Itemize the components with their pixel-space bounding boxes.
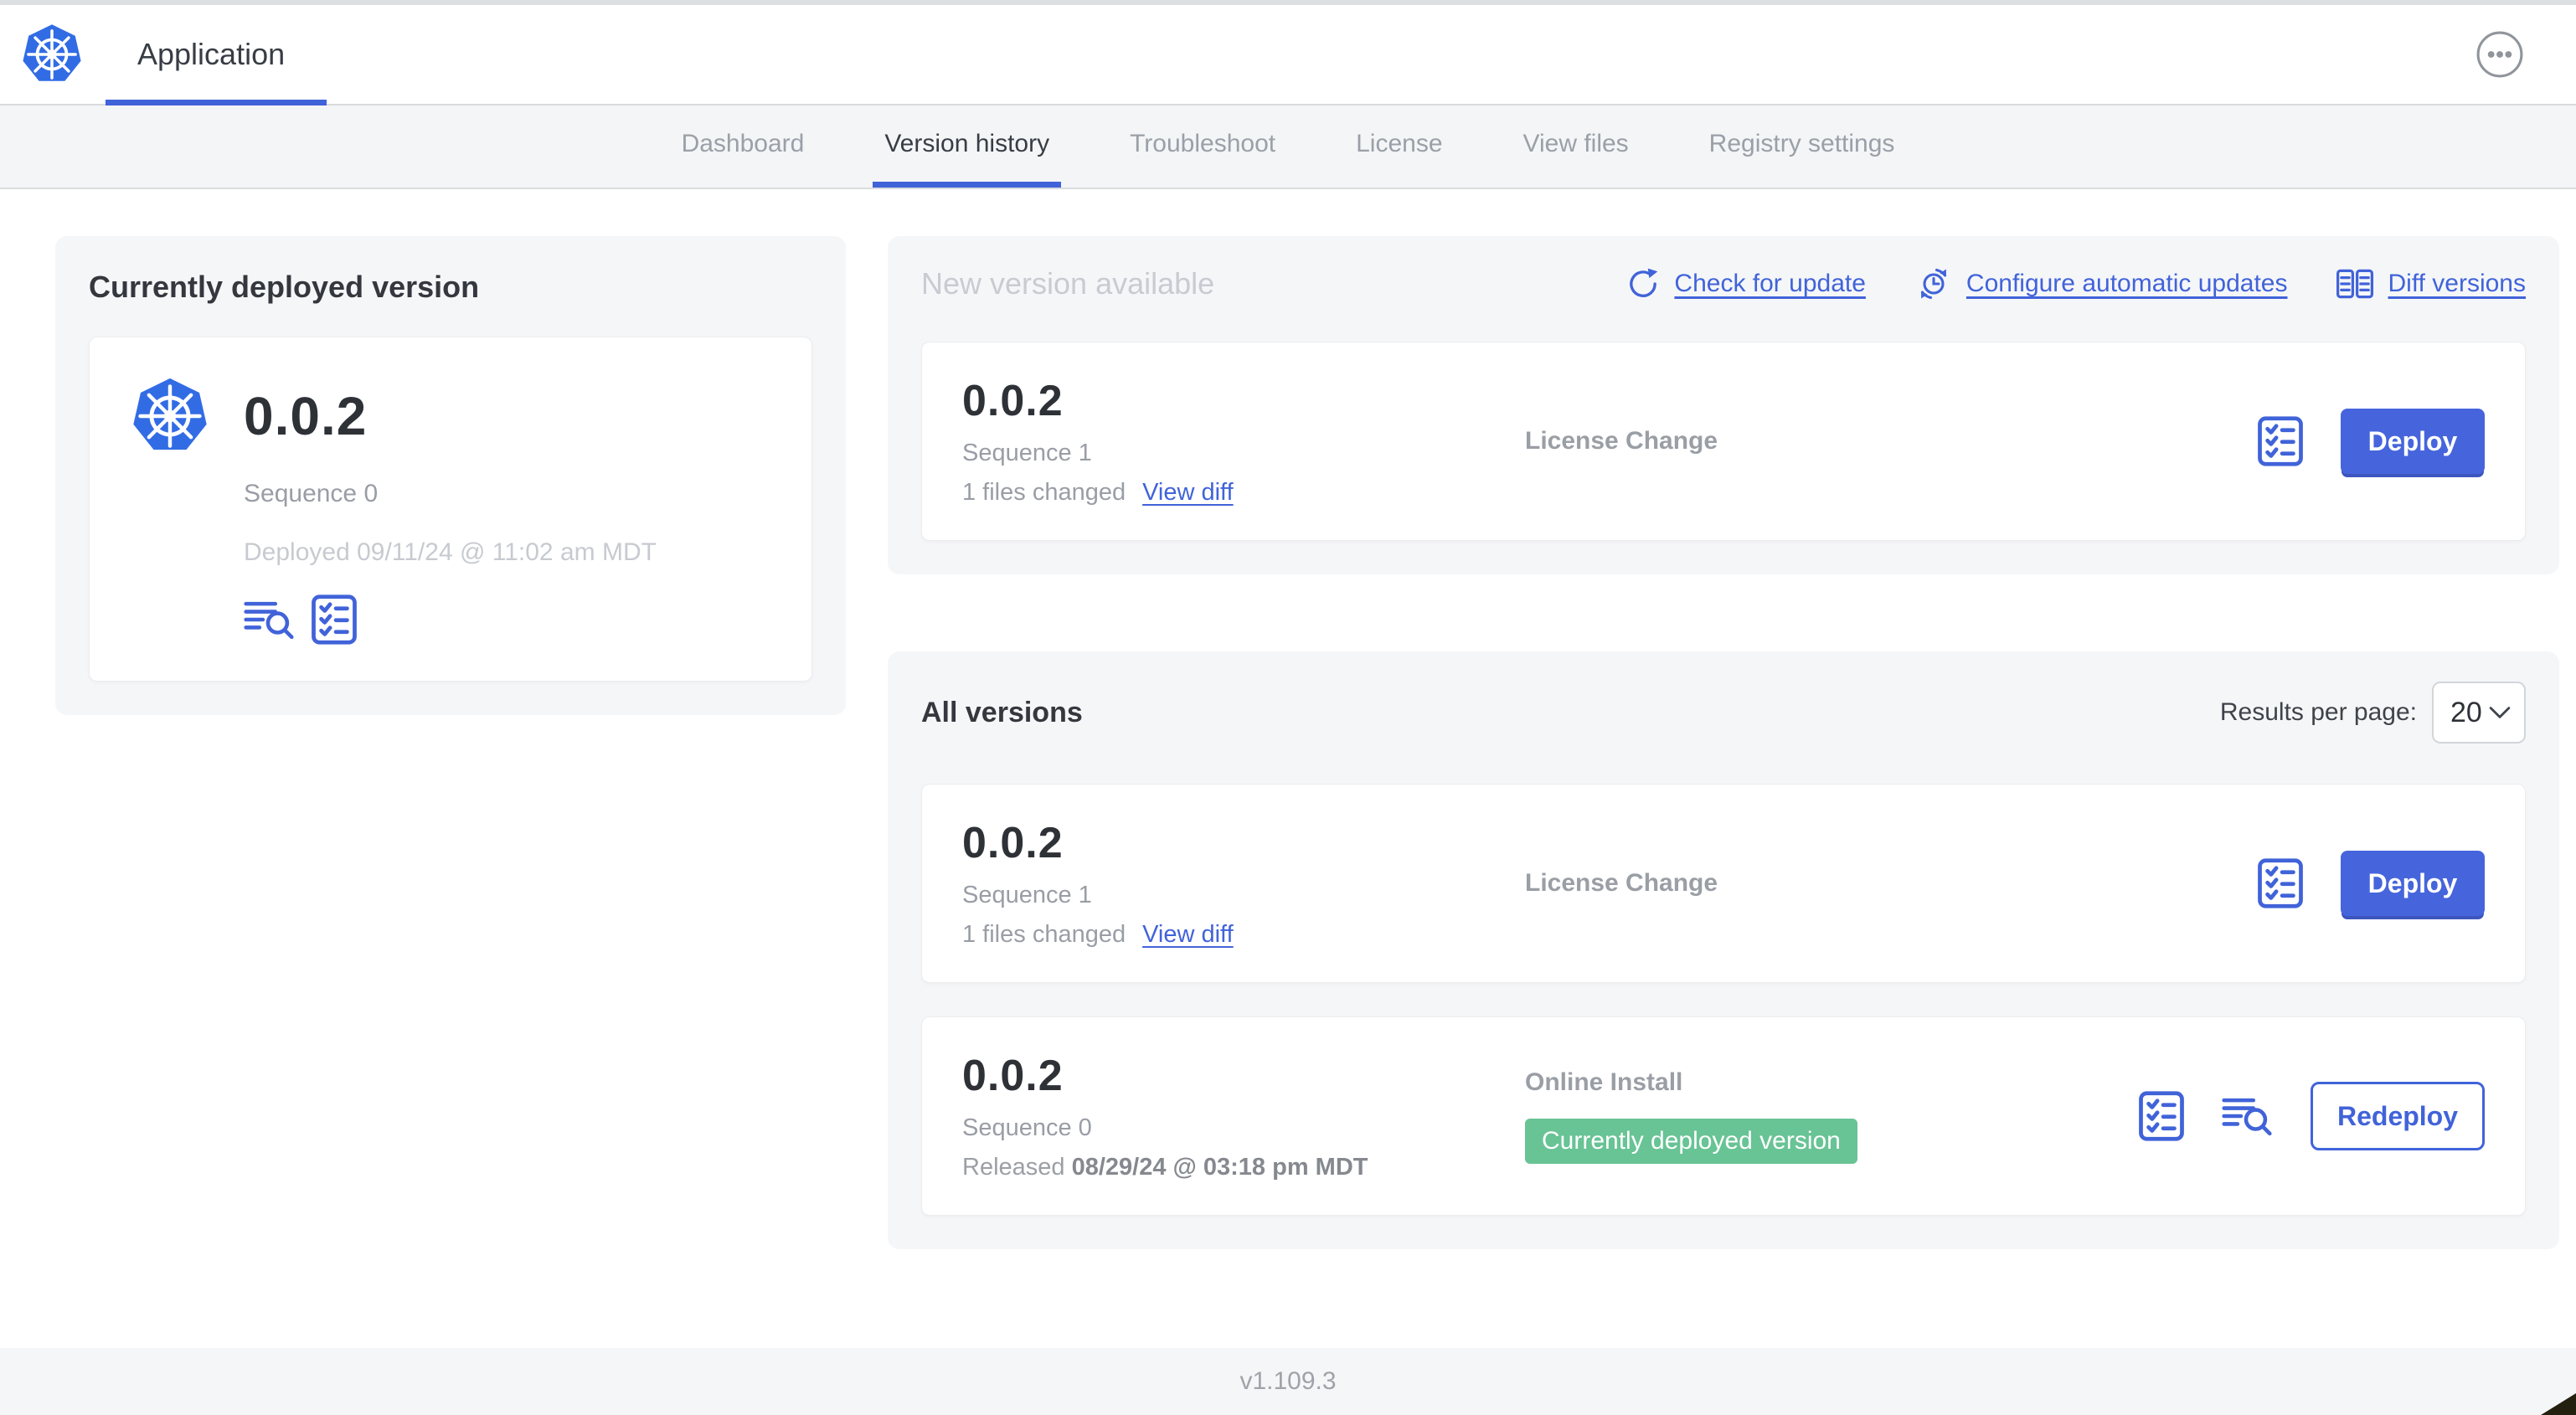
currently-deployed-card: 0.0.2 Sequence 0 Deployed 09/11/24 @ 11:… [89,337,812,682]
deploy-button[interactable]: Deploy [2341,851,2485,916]
view-diff-link[interactable]: View diff [1142,479,1234,507]
tab-registry-settings[interactable]: Registry settings [1698,105,1907,188]
new-version-section: New version available Check for update C… [888,236,2559,574]
version-sequence: Sequence 0 [962,1114,1092,1141]
version-sequence: Sequence 1 [962,882,1092,908]
preflight-checklist-icon [311,594,358,646]
kubernetes-logo-icon [130,376,210,456]
version-sequence: Sequence 1 [962,440,1092,466]
check-for-update-link[interactable]: Check for update [1625,266,1866,301]
version-row: 0.0.2 Sequence 1 1 files changed View di… [921,784,2526,983]
version-actions: Check for update Configure automatic upd… [1625,266,2526,301]
tab-label: Version history [884,129,1050,157]
files-changed-label: 1 files changed [962,921,1126,948]
deployed-version-number: 0.0.2 [244,386,368,446]
rotate-ccw-icon [1630,266,1660,297]
results-per-page-select[interactable]: 20 [2432,682,2526,744]
page: Application Dashboard Version history Tr… [0,0,2576,1415]
currently-deployed-title: Currently deployed version [89,270,480,304]
tab-label: Dashboard [681,129,805,157]
configure-automatic-updates-link[interactable]: Configure automatic updates [1914,266,2288,301]
preflight-checklist-icon [2257,857,2304,909]
overflow-menu-button[interactable] [2476,30,2524,79]
version-row: 0.0.2 Sequence 0 Released 08/29/24 @ 03:… [921,1016,2526,1216]
tab-label: Registry settings [1708,129,1895,157]
released-prefix: Released [962,1154,1072,1181]
preflight-checklist-icon [2257,415,2304,467]
check-for-update-label: Check for update [1674,270,1866,297]
deploy-button[interactable]: Deploy [2341,409,2485,474]
tab-label: View files [1522,129,1629,157]
version-number: 0.0.2 [962,377,1064,425]
tab-version-history[interactable]: Version history [873,105,1062,188]
console-version: v1.109.3 [1239,1367,1337,1395]
preflight-checks-button[interactable] [2257,857,2304,909]
preflight-checklist-icon [2138,1090,2185,1142]
deploy-logs-icon [244,597,296,642]
app-footer: v1.109.3 [0,1348,2576,1415]
app-tab[interactable]: Application [106,5,327,105]
new-version-card: 0.0.2 Sequence 1 1 files changed View di… [921,342,2526,541]
results-per-page-label: Results per page: [2219,698,2417,726]
app-tab-active-underline [106,100,327,105]
new-version-title: New version available [921,266,1215,301]
all-versions-title: All versions [921,696,1083,728]
currently-deployed-panel: Currently deployed version 0.0.2 Sequenc… [55,236,846,715]
kubernetes-logo-icon [21,23,83,83]
deploy-logs-button[interactable] [244,597,296,642]
tab-view-files[interactable]: View files [1512,105,1641,188]
results-per-page-value: 20 [2450,696,2482,728]
version-source-label: Online Install [1525,1068,1683,1096]
deployed-sequence: Sequence 0 [244,480,379,507]
cursor-artifact [2541,1393,2576,1415]
version-source-label: License Change [1525,427,1718,455]
version-released: Released 08/29/24 @ 03:18 pm MDT [962,1154,1525,1181]
diff-icon [2336,269,2374,299]
tab-label: Troubleshoot [1130,129,1276,157]
all-versions-section: All versions Results per page: 20 0.0.2 … [888,651,2559,1249]
main-content: Currently deployed version 0.0.2 Sequenc… [0,189,2576,1249]
tab-label: License [1356,129,1443,157]
version-number: 0.0.2 [962,1052,1064,1100]
deployed-timestamp: Deployed 09/11/24 @ 11:02 am MDT [244,538,657,566]
nav-tabs: Dashboard Version history Troubleshoot L… [0,105,2576,189]
redeploy-button[interactable]: Redeploy [2311,1082,2485,1150]
version-number: 0.0.2 [962,819,1064,867]
version-source-label: License Change [1525,869,1718,897]
tab-troubleshoot[interactable]: Troubleshoot [1118,105,1287,188]
currently-deployed-badge: Currently deployed version [1525,1119,1857,1164]
view-diff-link[interactable]: View diff [1142,921,1234,949]
preflight-checks-button[interactable] [2138,1090,2185,1142]
configure-automatic-updates-label: Configure automatic updates [1965,270,2288,297]
app-title[interactable]: Application [137,37,285,72]
preflight-checks-button[interactable] [311,594,358,646]
tab-license[interactable]: License [1344,105,1454,188]
sync-clock-icon [1919,267,1948,301]
preflight-checks-button[interactable] [2257,415,2304,467]
diff-versions-link[interactable]: Diff versions [2336,266,2526,301]
deploy-logs-button[interactable] [2222,1093,2274,1139]
right-column: New version available Check for update C… [888,236,2559,1249]
chevron-down-icon [2489,707,2511,718]
deploy-logs-icon [2222,1093,2274,1139]
app-header: Application [0,5,2576,105]
diff-versions-label: Diff versions [2388,270,2526,297]
ellipsis-icon [2476,31,2523,78]
files-changed-label: 1 files changed [962,479,1126,506]
tab-dashboard[interactable]: Dashboard [670,105,817,188]
released-date: 08/29/24 @ 03:18 pm MDT [1071,1154,1368,1181]
